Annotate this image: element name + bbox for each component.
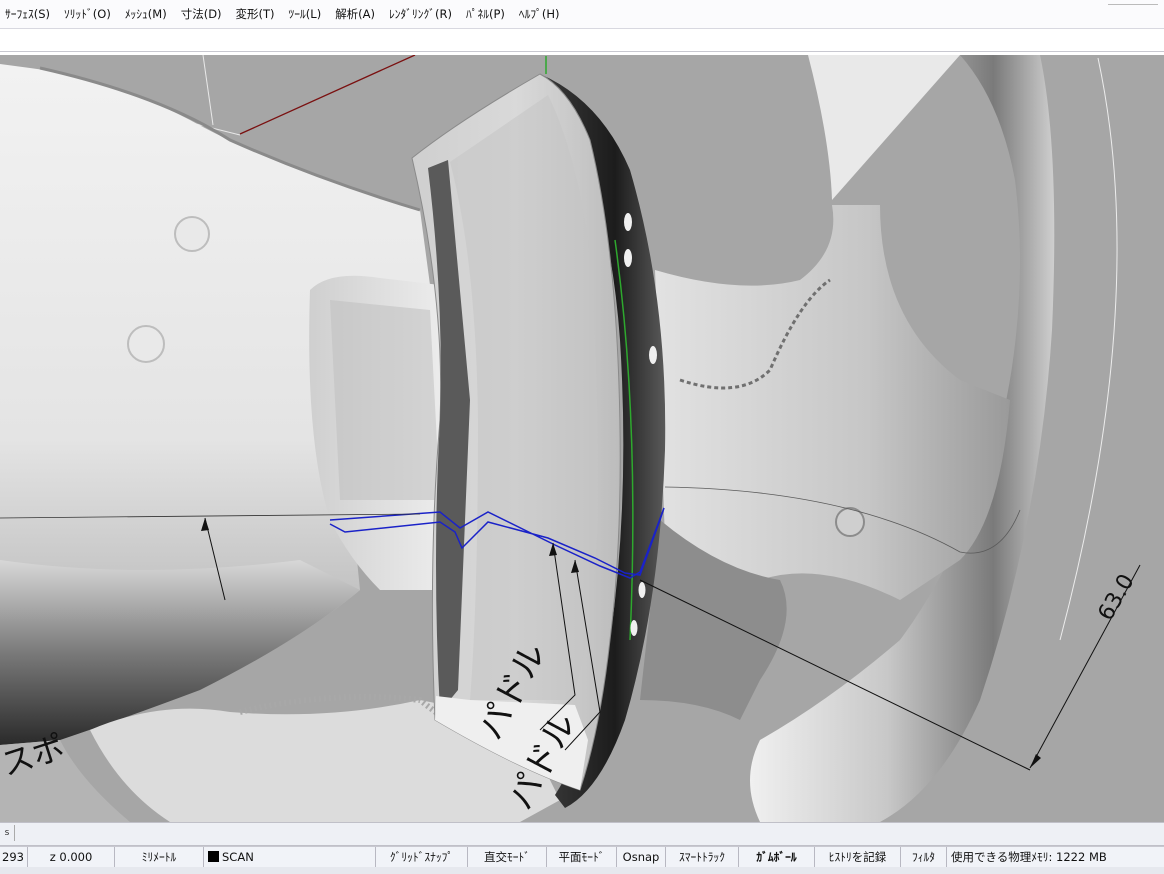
viewport-canvas[interactable]: 63.0 パドル パドル スポ xyxy=(0,55,1164,822)
perspective-viewport[interactable]: 63.0 パドル パドル スポ xyxy=(0,55,1164,822)
menu-mesh[interactable]: ﾒｯｼｭ(M) xyxy=(118,3,174,25)
status-coord-x: 293 xyxy=(0,847,28,868)
menu-analyze[interactable]: 解析(A) xyxy=(328,3,382,25)
menu-solid[interactable]: ｿﾘｯﾄﾞ(O) xyxy=(57,3,118,25)
menu-surface[interactable]: ｻｰﾌｪｽ(S) xyxy=(0,3,57,25)
record-history-toggle[interactable]: ﾋｽﾄﾘを記録 xyxy=(815,847,901,868)
status-coord-z: z 0.000 xyxy=(28,847,115,868)
status-layer[interactable]: SCAN xyxy=(204,847,376,868)
grid-snap-toggle[interactable]: ｸﾞﾘｯﾄﾞｽﾅｯﾌﾟ xyxy=(376,847,468,868)
menu-render[interactable]: ﾚﾝﾀﾞﾘﾝｸﾞ(R) xyxy=(382,3,459,25)
paddle-hole xyxy=(630,620,638,636)
filter-toggle[interactable]: ﾌｨﾙﾀ xyxy=(901,847,947,868)
paddle-hole xyxy=(624,249,632,267)
status-units[interactable]: ﾐﾘﾒｰﾄﾙ xyxy=(115,847,204,868)
status-layer-name: SCAN xyxy=(222,850,254,864)
status-bar: 293 z 0.000 ﾐﾘﾒｰﾄﾙ SCAN ｸﾞﾘｯﾄﾞｽﾅｯﾌﾟ 直交ﾓｰ… xyxy=(0,846,1164,868)
command-input[interactable] xyxy=(0,29,1164,51)
layer-color-swatch xyxy=(208,851,219,862)
paddle-hole xyxy=(649,346,657,364)
menu-bar: ｻｰﾌｪｽ(S) ｿﾘｯﾄﾞ(O) ﾒｯｼｭ(M) 寸法(D) 変形(T) ﾂｰ… xyxy=(0,0,1164,29)
paddle-hole xyxy=(624,213,632,231)
viewport-tab-strip: s xyxy=(0,822,1164,846)
menu-help[interactable]: ﾍﾙﾌﾟ(H) xyxy=(512,3,567,25)
planar-toggle[interactable]: 平面ﾓｰﾄﾞ xyxy=(547,847,617,868)
smart-track-toggle[interactable]: ｽﾏｰﾄﾄﾗｯｸ xyxy=(666,847,739,868)
menu-tools[interactable]: ﾂｰﾙ(L) xyxy=(282,3,329,25)
window-bottom-edge xyxy=(0,867,1164,874)
status-memory: 使用できる物理ﾒﾓﾘ: 1222 MB xyxy=(951,850,1107,864)
menu-panels[interactable]: ﾊﾟﾈﾙ(P) xyxy=(459,3,512,25)
command-line xyxy=(0,29,1164,52)
column-dimple xyxy=(174,216,210,252)
window-controls-edge xyxy=(1108,0,1158,5)
ortho-toggle[interactable]: 直交ﾓｰﾄﾞ xyxy=(468,847,547,868)
paddle-hole xyxy=(638,582,646,598)
viewport-tab[interactable]: s xyxy=(0,825,15,841)
osnap-toggle[interactable]: Osnap xyxy=(617,847,666,868)
menu-transform[interactable]: 変形(T) xyxy=(229,3,282,25)
gumball-toggle[interactable]: ｶﾞﾑﾎﾞｰﾙ xyxy=(739,847,815,868)
column-dimple xyxy=(127,325,165,363)
spoke-dimple xyxy=(835,507,865,537)
hub-recess xyxy=(330,300,440,500)
menu-dimension[interactable]: 寸法(D) xyxy=(174,3,229,25)
